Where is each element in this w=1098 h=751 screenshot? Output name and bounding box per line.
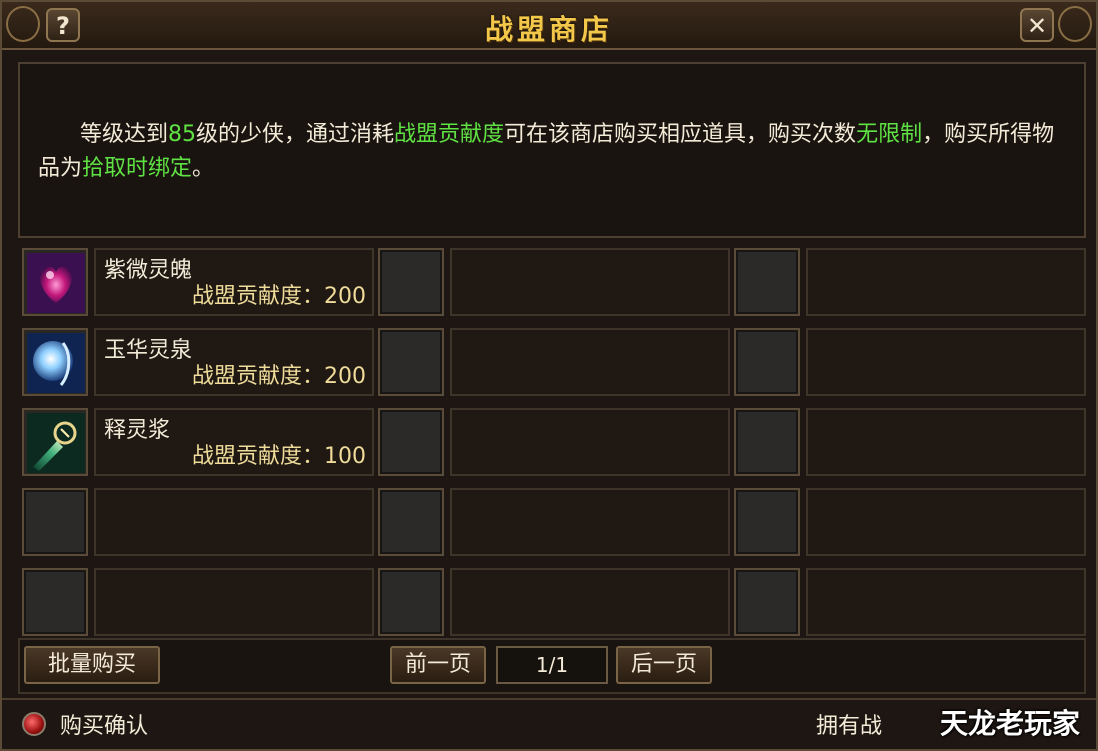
- prev-page-button[interactable]: 前一页: [390, 646, 486, 684]
- empty-slot: [734, 408, 800, 476]
- title-bar: ? 战盟商店 ✕: [2, 2, 1096, 50]
- empty-desc: [806, 488, 1086, 556]
- item-slot[interactable]: [22, 408, 88, 476]
- item-name: 玉华灵泉: [104, 338, 193, 363]
- desc-text: 。: [192, 156, 215, 181]
- empty-slot: [378, 328, 444, 396]
- desc-text: 级的少侠，通过消耗: [196, 122, 395, 147]
- empty-desc: [450, 328, 730, 396]
- empty-desc: [450, 488, 730, 556]
- close-button[interactable]: ✕: [1020, 8, 1054, 42]
- empty-slot: [734, 488, 800, 556]
- item-desc[interactable]: 释灵浆 战盟贡献度：100: [94, 408, 374, 476]
- window-title: 战盟商店: [484, 13, 613, 46]
- footer-bar: 购买确认 拥有战 天龙老玩家: [2, 698, 1096, 751]
- green-vial-icon: [27, 413, 85, 473]
- empty-slot: [22, 488, 88, 556]
- item-desc[interactable]: 玉华灵泉 战盟贡献度：200: [94, 328, 374, 396]
- item-name: 紫微灵魄: [104, 258, 193, 283]
- item-slot[interactable]: [22, 248, 88, 316]
- empty-desc: [806, 248, 1086, 316]
- empty-desc: [450, 248, 730, 316]
- item-slot[interactable]: [22, 328, 88, 396]
- empty-slot: [378, 568, 444, 636]
- desc-currency: 战盟贡献度: [394, 122, 505, 147]
- empty-desc: [806, 408, 1086, 476]
- empty-desc: [450, 408, 730, 476]
- empty-slot: [734, 568, 800, 636]
- empty-desc: [806, 568, 1086, 636]
- empty-desc: [94, 488, 374, 556]
- empty-slot: [378, 488, 444, 556]
- blue-spring-icon: [27, 333, 85, 393]
- ornament-right-icon: [1058, 6, 1092, 42]
- empty-desc: [450, 568, 730, 636]
- item-cost: 战盟贡献度：200: [192, 364, 366, 389]
- empty-slot: [378, 248, 444, 316]
- purple-gem-icon: [27, 253, 85, 313]
- purchase-confirm-radio[interactable]: [22, 712, 46, 736]
- desc-bind: 拾取时绑定: [82, 156, 193, 181]
- item-cost: 战盟贡献度：100: [192, 444, 366, 469]
- shop-row: 玉华灵泉 战盟贡献度：200: [22, 328, 1086, 398]
- desc-level: 85: [168, 122, 197, 147]
- shop-description-panel: 等级达到85级的少侠，通过消耗战盟贡献度可在该商店购买相应道具，购买次数无限制，…: [18, 62, 1086, 238]
- purchase-confirm-label: 购买确认: [60, 714, 149, 739]
- desc-limit: 无限制: [856, 122, 923, 147]
- item-name: 释灵浆: [104, 418, 171, 443]
- page-indicator: 1/1: [496, 646, 608, 684]
- empty-slot: [734, 328, 800, 396]
- owned-contribution-label: 拥有战: [815, 714, 882, 739]
- desc-text: 可在该商店购买相应道具，购买次数: [504, 122, 857, 147]
- shop-row: [22, 488, 1086, 558]
- empty-slot: [734, 248, 800, 316]
- shop-description: 等级达到85级的少侠，通过消耗战盟贡献度可在该商店购买相应道具，购买次数无限制，…: [38, 118, 1070, 186]
- empty-desc: [94, 568, 374, 636]
- shop-row: [22, 568, 1086, 638]
- item-desc[interactable]: 紫微灵魄 战盟贡献度：200: [94, 248, 374, 316]
- empty-desc: [806, 328, 1086, 396]
- guild-shop-window: ? 战盟商店 ✕ 等级达到85级的少侠，通过消耗战盟贡献度可在该商店购买相应道具…: [0, 0, 1098, 751]
- empty-slot: [22, 568, 88, 636]
- shop-row: 紫微灵魄 战盟贡献度：200: [22, 248, 1086, 318]
- desc-text: 等级达到: [80, 122, 169, 147]
- empty-slot: [378, 408, 444, 476]
- next-page-button[interactable]: 后一页: [616, 646, 712, 684]
- shop-row: 释灵浆 战盟贡献度：100: [22, 408, 1086, 478]
- watermark: 天龙老玩家: [939, 707, 1080, 740]
- item-cost: 战盟贡献度：200: [192, 284, 366, 309]
- bulk-buy-button[interactable]: 批量购买: [24, 646, 160, 684]
